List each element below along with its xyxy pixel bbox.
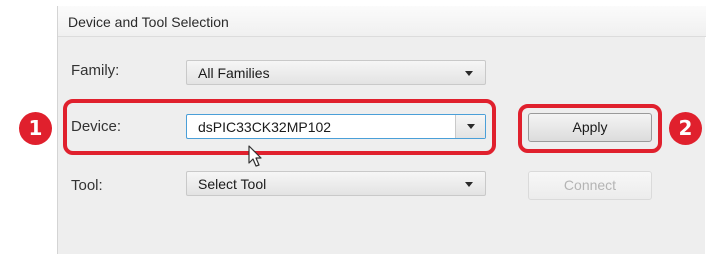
panel-title: Device and Tool Selection (68, 14, 229, 30)
chevron-down-icon (465, 182, 473, 187)
connect-button[interactable]: Connect (528, 171, 652, 200)
chevron-down-icon (465, 71, 473, 76)
tool-dropdown-value: Select Tool (198, 176, 267, 192)
mouse-pointer-icon (248, 145, 262, 167)
family-dropdown[interactable]: All Families (186, 60, 486, 85)
family-label: Family: (71, 62, 120, 79)
callout-badge-1: 1 (19, 112, 52, 145)
apply-highlight-box (518, 104, 662, 153)
family-dropdown-value: All Families (198, 65, 270, 81)
tool-label: Tool: (71, 177, 103, 194)
panel-header: Device and Tool Selection (58, 6, 706, 37)
callout-badge-2: 2 (669, 112, 702, 145)
device-highlight-box (63, 99, 496, 155)
tool-dropdown[interactable]: Select Tool (186, 171, 486, 196)
